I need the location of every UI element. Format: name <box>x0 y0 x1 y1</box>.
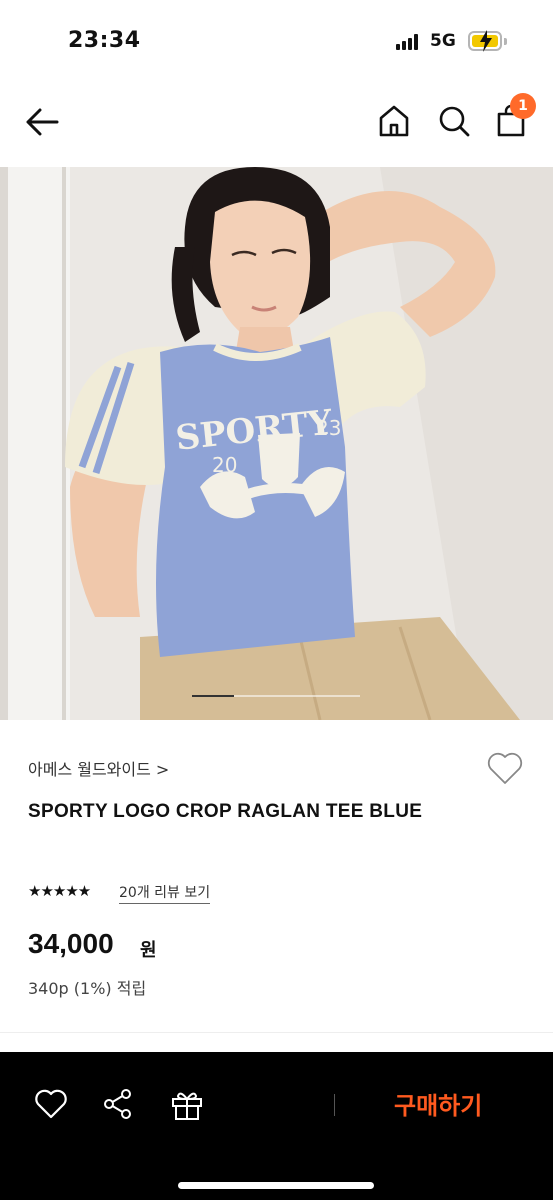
bottom-action-bar: 구매하기 <box>0 1052 553 1200</box>
cart-count-badge: 1 <box>510 93 536 119</box>
buy-button[interactable]: 구매하기 <box>394 1086 482 1121</box>
back-arrow-icon[interactable] <box>24 104 60 140</box>
battery-tip <box>504 38 507 45</box>
brand-link[interactable]: 아메스 월드와이드 > <box>28 756 169 780</box>
top-navigation <box>0 90 553 162</box>
signal-icon <box>396 34 420 50</box>
product-price: 34,000 <box>28 928 114 959</box>
reviews-link[interactable]: 20개 리뷰 보기 <box>119 882 211 904</box>
heart-icon[interactable] <box>34 1088 68 1120</box>
search-icon[interactable] <box>438 104 470 138</box>
charging-bolt-icon <box>480 30 492 52</box>
star-rating: ★★★★★ <box>28 882 91 900</box>
home-icon[interactable] <box>378 104 410 138</box>
product-image[interactable]: SPORTY 20 23 <box>0 167 553 720</box>
network-label: 5G <box>430 31 456 51</box>
heart-icon[interactable] <box>486 750 524 786</box>
image-carousel-indicator <box>192 695 360 697</box>
shirt-print-year-right: 23 <box>316 416 341 440</box>
share-icon[interactable] <box>102 1088 134 1120</box>
indicator-active-segment <box>192 695 234 697</box>
status-bar: 23:34 5G <box>0 0 553 84</box>
price-currency: 원 <box>140 940 157 961</box>
home-indicator <box>178 1182 374 1189</box>
product-title: SPORTY LOGO CROP RAGLAN TEE BLUE <box>28 801 423 822</box>
reward-points: 340p (1%) 적립 <box>28 979 147 998</box>
product-photo-illustration: SPORTY 20 23 <box>0 167 553 720</box>
bottom-bar-separator <box>334 1094 335 1116</box>
status-time: 23:34 <box>68 28 141 53</box>
gift-icon[interactable] <box>170 1088 204 1122</box>
section-divider <box>0 1032 553 1033</box>
